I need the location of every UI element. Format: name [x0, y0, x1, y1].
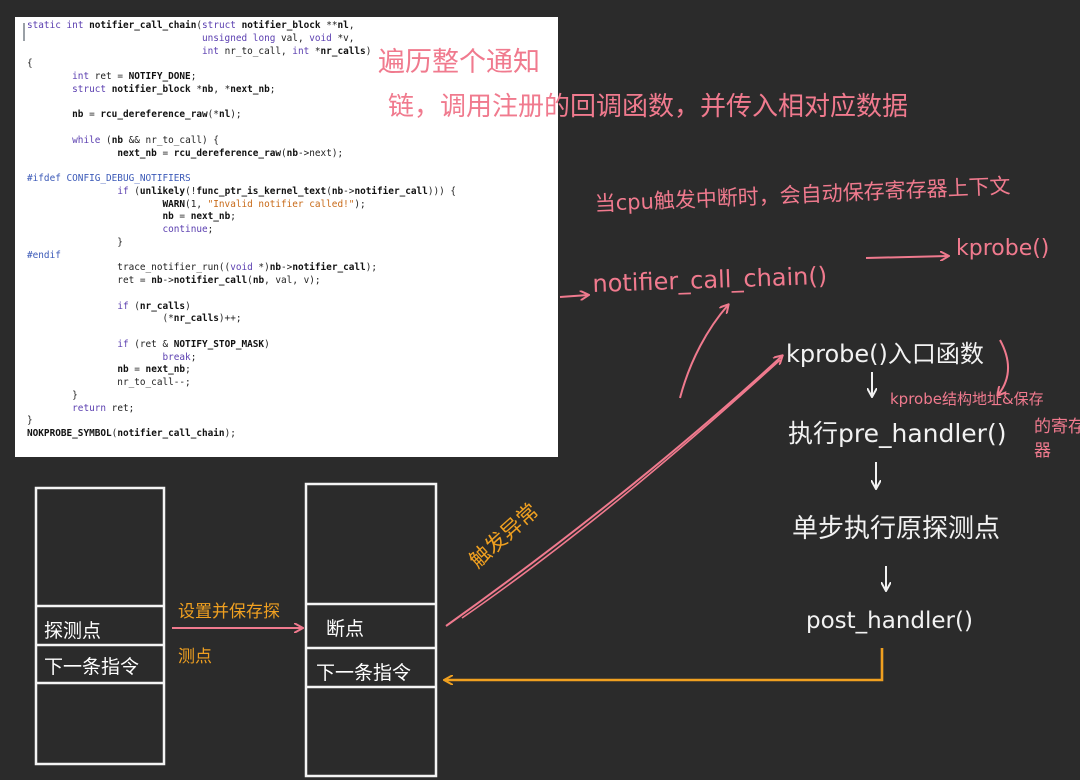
arrow-chain-to-kprobe [865, 256, 948, 258]
arrow-into-chain [559, 295, 588, 297]
left-next-instruction-label: 下一条指令 [44, 656, 140, 678]
flow-exec-pre-handler: 执行pre_handler() [788, 419, 1007, 448]
arrow-up-to-chain [679, 305, 728, 399]
flow-post-handler: post_handler() [806, 608, 973, 634]
note-kprobe-struct-line3: 器 [1034, 441, 1051, 461]
note-set-save-line2: 测点 [178, 647, 212, 667]
arrow-to-struct-note [998, 339, 1009, 395]
note-traverse-line2: 链，调用注册的回调函数，并传入相对应数据 [388, 92, 909, 122]
note-kprobe-fn: kprobe() [956, 236, 1050, 261]
left-probe-point-label: 探测点 [44, 620, 102, 642]
note-traverse-line1: 遍历整个通知 [378, 47, 540, 78]
flow-kprobe-entry: kprobe()入口函数 [786, 340, 984, 368]
right-breakpoint-label: 断点 [326, 618, 365, 640]
right-next-instruction-label: 下一条指令 [316, 662, 412, 684]
flow-single-step: 单步执行原探测点 [792, 514, 1001, 544]
arrow-trigger-exception [445, 356, 782, 627]
note-kprobe-struct-line1: kprobe结构地址&保存 [890, 390, 1044, 408]
arrow-return-next [445, 648, 884, 680]
note-kprobe-struct-line2: 的寄存 [1034, 417, 1080, 437]
note-set-save-line1: 设置并保存探 [178, 602, 280, 622]
